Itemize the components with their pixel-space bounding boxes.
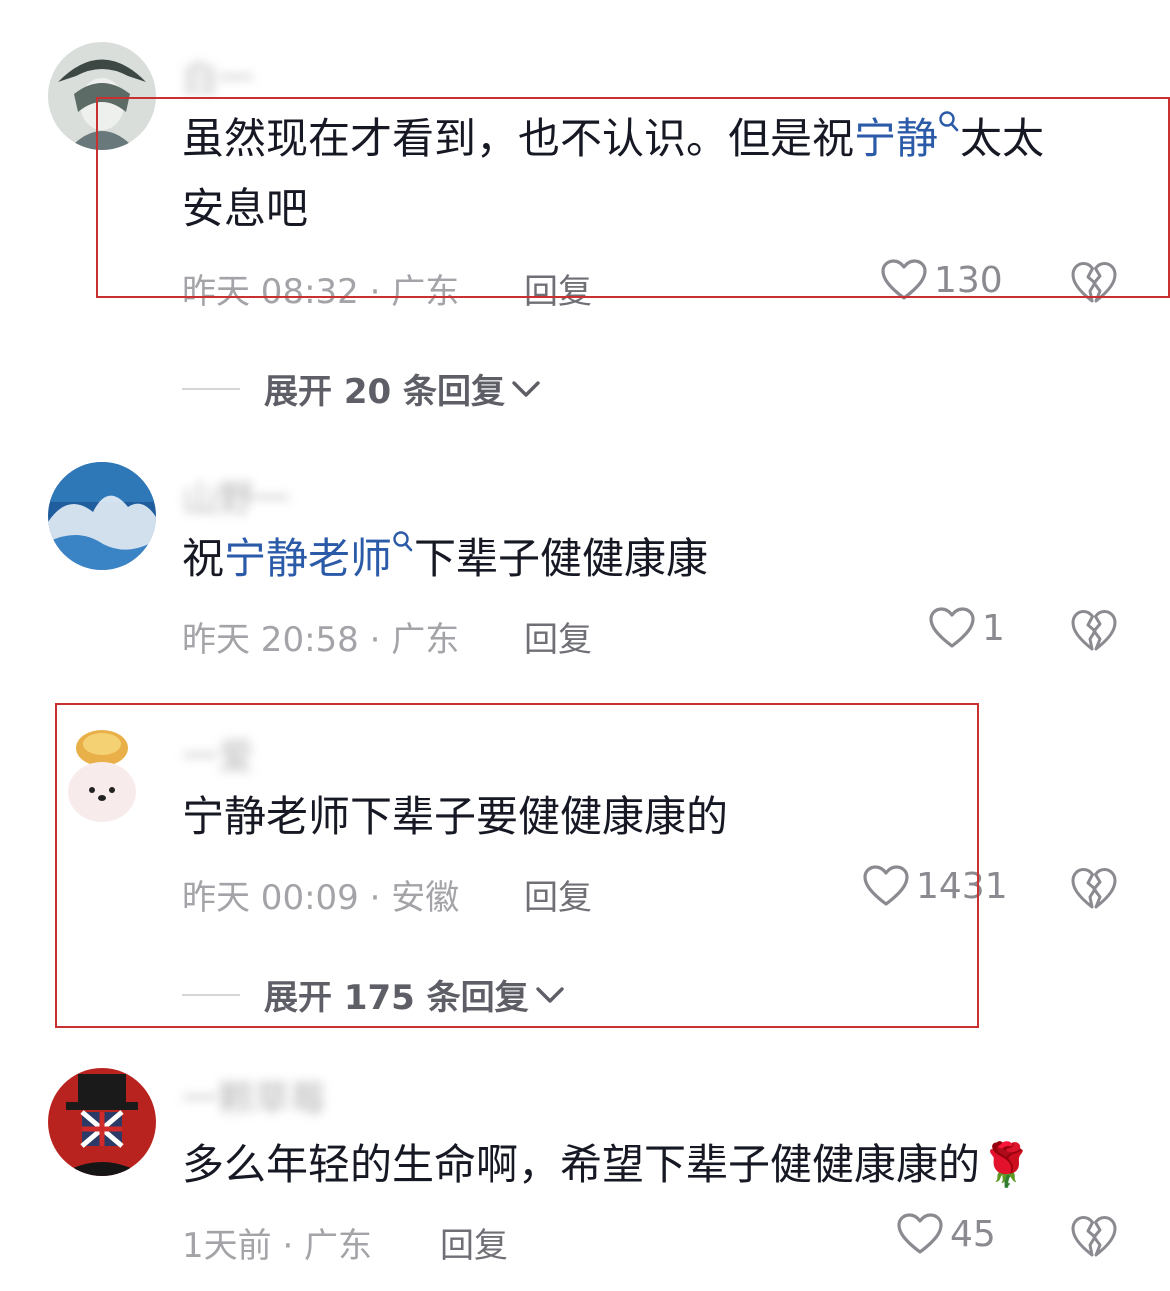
like-button[interactable]: 1431 xyxy=(862,864,1008,908)
comment-text: 虽然现在才看到，也不认识。但是祝宁静 太太 安息吧 xyxy=(182,104,1044,244)
reply-button[interactable]: 回复 xyxy=(524,264,592,313)
expand-label: 展开 20 条回复 xyxy=(264,372,505,412)
heart-outline-icon xyxy=(929,607,975,648)
broken-heart-icon[interactable] xyxy=(1070,1214,1118,1260)
reply-button[interactable]: 回复 xyxy=(524,612,592,661)
username[interactable]: 一爱 xyxy=(182,728,254,780)
avatar[interactable] xyxy=(48,1068,156,1176)
comment-meta: 昨天 08:32 · 广东 xyxy=(182,272,460,312)
like-button[interactable]: 1 xyxy=(928,606,1005,650)
comment-text: 多么年轻的生命啊，希望下辈子健健康康的🌹 xyxy=(182,1140,1033,1189)
chevron-down-icon xyxy=(512,380,540,397)
username[interactable]: 山野一 xyxy=(182,470,290,522)
rose-emoji: 🌹 xyxy=(980,1140,1033,1189)
chevron-down-icon xyxy=(535,986,564,1003)
reply-button[interactable]: 回复 xyxy=(524,870,592,919)
like-count: 1 xyxy=(982,607,1005,649)
comment-text: 祝宁静老师 下辈子健健康康 xyxy=(182,524,708,594)
heart-outline-icon xyxy=(881,259,927,300)
search-icon[interactable] xyxy=(938,104,960,134)
divider-line xyxy=(182,993,240,996)
expand-replies-button[interactable]: 展开 175 条回复 xyxy=(182,970,565,1019)
heart-outline-icon xyxy=(863,865,909,906)
broken-heart-icon[interactable] xyxy=(1070,608,1118,654)
mention-link[interactable]: 宁静 xyxy=(854,114,938,163)
like-count: 130 xyxy=(934,259,1003,301)
like-button[interactable]: 130 xyxy=(880,258,1003,302)
avatar[interactable] xyxy=(48,462,156,570)
comment-text: 宁静老师下辈子要健健康康的 xyxy=(182,792,729,841)
divider-line xyxy=(182,387,240,390)
mention-link[interactable]: 宁静老师 xyxy=(224,534,392,583)
expand-replies-button[interactable]: 展开 20 条回复 xyxy=(182,364,541,413)
comment-meta: 1天前 · 广东 xyxy=(182,1226,373,1266)
username[interactable]: 一颗草莓 xyxy=(182,1070,326,1122)
broken-heart-icon[interactable] xyxy=(1070,260,1118,306)
like-button[interactable]: 45 xyxy=(896,1212,996,1256)
heart-outline-icon xyxy=(897,1213,943,1254)
comment-meta: 昨天 00:09 · 安徽 xyxy=(182,878,460,918)
search-icon[interactable] xyxy=(392,524,414,554)
avatar[interactable] xyxy=(48,720,156,828)
username[interactable]: 白一 xyxy=(182,50,254,102)
comment-list: 白一 虽然现在才看到，也不认识。但是祝宁静 太太 安息吧 昨天 08:32 · 广… xyxy=(0,0,1170,1291)
comment-meta: 昨天 20:58 · 广东 xyxy=(182,620,460,660)
like-count: 45 xyxy=(950,1213,996,1255)
reply-button[interactable]: 回复 xyxy=(440,1218,508,1267)
broken-heart-icon[interactable] xyxy=(1070,866,1118,912)
like-count: 1431 xyxy=(916,865,1008,907)
avatar[interactable] xyxy=(48,42,156,150)
expand-label: 展开 175 条回复 xyxy=(264,978,529,1018)
